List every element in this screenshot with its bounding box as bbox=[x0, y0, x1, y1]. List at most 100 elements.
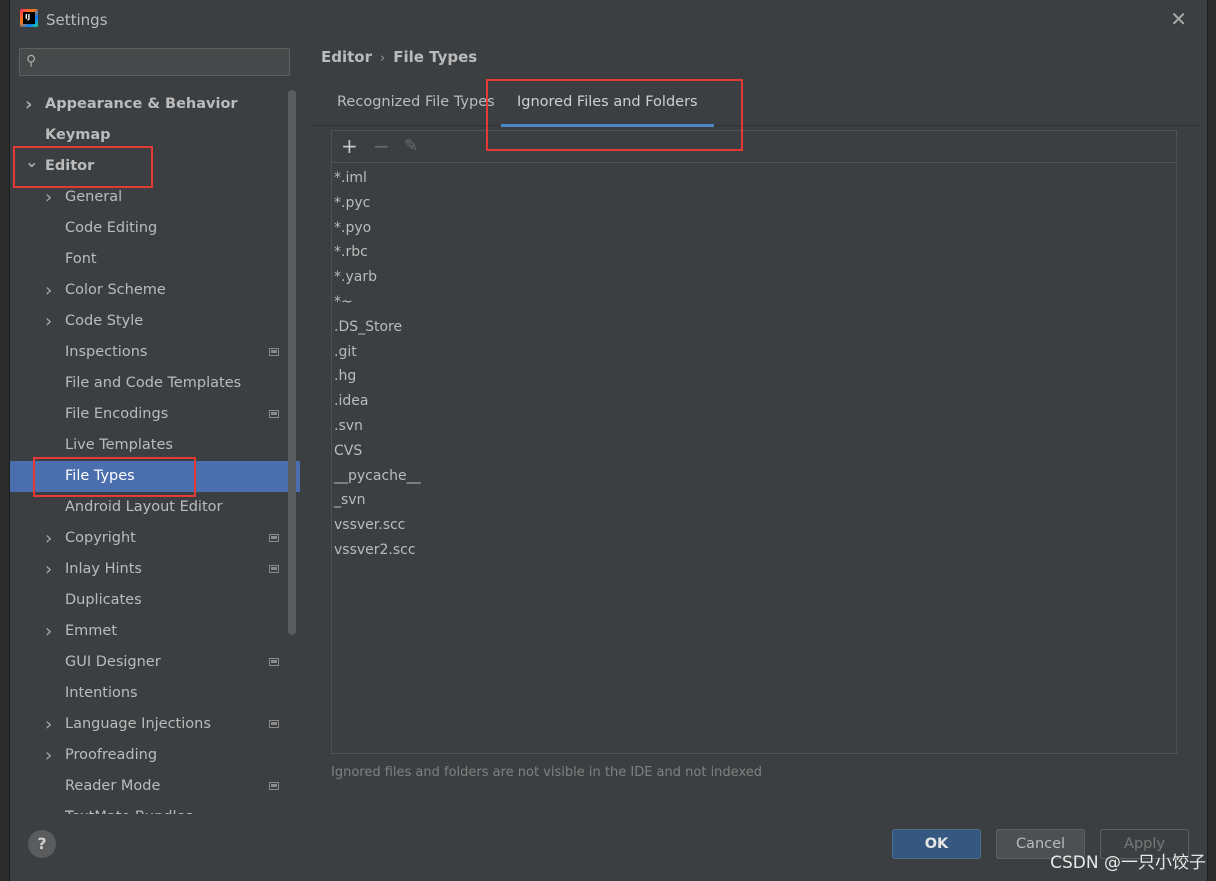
main-panel: Editor › File Types Recognized File Types … bbox=[310, 37, 1207, 814]
sidebar-item-label: Live Templates bbox=[65, 437, 173, 453]
edit-icon[interactable]: ✎ bbox=[404, 136, 418, 156]
breadcrumb-file-types: File Types bbox=[393, 48, 478, 66]
list-item[interactable]: *.pyc bbox=[334, 191, 421, 216]
breadcrumb-editor[interactable]: Editor bbox=[321, 48, 372, 66]
sidebar-item-label: Android Layout Editor bbox=[65, 499, 223, 515]
help-button[interactable]: ? bbox=[28, 830, 56, 858]
chevron-right-icon[interactable]: › bbox=[45, 616, 52, 647]
list-item[interactable]: _svn bbox=[334, 488, 421, 513]
chevron-right-icon[interactable]: › bbox=[45, 740, 52, 771]
sidebar-item-general[interactable]: › General bbox=[10, 182, 300, 213]
sidebar-item-code-editing[interactable]: Code Editing bbox=[10, 213, 300, 244]
list-item[interactable]: .hg bbox=[334, 364, 421, 389]
settings-dialog: IJ Settings ✕ ⚲ › Appearance & Behavior Ke… bbox=[10, 0, 1207, 881]
sidebar-item-live-templates[interactable]: Live Templates bbox=[10, 430, 300, 461]
list-item[interactable]: .svn bbox=[334, 414, 421, 439]
sidebar-item-font[interactable]: Font bbox=[10, 244, 300, 275]
list-item[interactable]: *.rbc bbox=[334, 240, 421, 265]
sidebar-scrollbar[interactable] bbox=[288, 90, 296, 635]
list-item[interactable]: .git bbox=[334, 340, 421, 365]
sidebar-item-label: Font bbox=[65, 251, 97, 267]
add-icon[interactable]: + bbox=[341, 134, 358, 158]
chevron-right-icon[interactable]: › bbox=[45, 523, 52, 554]
sidebar-item-file-types[interactable]: File Types bbox=[10, 461, 300, 492]
sidebar-item-label: Code Style bbox=[65, 313, 144, 329]
sidebar-item-android-layout-editor[interactable]: Android Layout Editor bbox=[10, 492, 300, 523]
chevron-right-icon[interactable]: › bbox=[45, 554, 52, 585]
sidebar-item-textmate-bundles[interactable]: TextMate Bundles bbox=[10, 802, 300, 814]
sidebar-item-color-scheme[interactable]: › Color Scheme bbox=[10, 275, 300, 306]
ignored-list: *.iml *.pyc *.pyo *.rbc *.yarb *~ .DS_Store .gi… bbox=[334, 166, 421, 563]
project-settings-icon bbox=[269, 782, 279, 790]
list-item[interactable]: CVS bbox=[334, 439, 421, 464]
sidebar-item-gui-designer[interactable]: GUI Designer bbox=[10, 647, 300, 678]
chevron-right-icon[interactable]: › bbox=[25, 89, 32, 120]
search-input[interactable] bbox=[46, 52, 288, 74]
sidebar-item-appearance-behavior[interactable]: › Appearance & Behavior bbox=[10, 89, 300, 120]
project-settings-icon bbox=[269, 348, 279, 356]
tab-ignored-files-and-folders[interactable]: Ignored Files and Folders bbox=[501, 94, 714, 127]
settings-tree: › Appearance & Behavior Keymap ⌄ Editor › Gene… bbox=[10, 89, 300, 814]
list-item[interactable]: __pycache__ bbox=[334, 464, 421, 489]
ignored-files-panel: + − ✎ *.iml *.pyc *.pyo *.rbc *.yarb *~ .DS_St… bbox=[331, 130, 1177, 754]
sidebar-item-reader-mode[interactable]: Reader Mode bbox=[10, 771, 300, 802]
ok-button[interactable]: OK bbox=[892, 829, 981, 859]
sidebar-item-file-and-code-templates[interactable]: File and Code Templates bbox=[10, 368, 300, 399]
breadcrumb: Editor › File Types bbox=[321, 48, 477, 66]
remove-icon[interactable]: − bbox=[373, 134, 390, 158]
hint-text: Ignored files and folders are not visibl… bbox=[331, 765, 762, 780]
chevron-right-icon[interactable]: › bbox=[45, 709, 52, 740]
list-item[interactable]: .idea bbox=[334, 389, 421, 414]
sidebar-item-keymap[interactable]: Keymap bbox=[10, 120, 300, 151]
project-settings-icon bbox=[269, 565, 279, 573]
sidebar-item-label: Code Editing bbox=[65, 220, 158, 236]
sidebar-item-code-style[interactable]: › Code Style bbox=[10, 306, 300, 337]
sidebar-item-label: Copyright bbox=[65, 530, 136, 546]
chevron-down-icon[interactable]: ⌄ bbox=[25, 146, 38, 177]
chevron-right-icon[interactable]: › bbox=[45, 182, 52, 213]
search-icon: ⚲ bbox=[26, 53, 37, 69]
sidebar-item-label: Duplicates bbox=[65, 592, 142, 608]
project-settings-icon bbox=[269, 534, 279, 542]
list-item[interactable]: *.iml bbox=[334, 166, 421, 191]
sidebar-item-label: Inspections bbox=[65, 344, 148, 360]
list-toolbar: + − ✎ bbox=[332, 131, 1176, 163]
sidebar-item-label: Appearance & Behavior bbox=[45, 96, 238, 112]
sidebar-item-label: Editor bbox=[45, 158, 95, 174]
sidebar-item-file-encodings[interactable]: File Encodings bbox=[10, 399, 300, 430]
sidebar-item-copyright[interactable]: › Copyright bbox=[10, 523, 300, 554]
sidebar-item-label: File Types bbox=[65, 468, 135, 484]
sidebar-item-label: GUI Designer bbox=[65, 654, 161, 670]
sidebar-item-editor[interactable]: ⌄ Editor bbox=[10, 151, 300, 182]
breadcrumb-separator: › bbox=[380, 51, 386, 66]
list-item[interactable]: *~ bbox=[334, 290, 421, 315]
sidebar-item-inlay-hints[interactable]: › Inlay Hints bbox=[10, 554, 300, 585]
sidebar-item-label: General bbox=[65, 189, 123, 205]
project-settings-icon bbox=[269, 658, 279, 666]
close-button[interactable]: ✕ bbox=[1170, 7, 1187, 31]
search-box[interactable]: ⚲ bbox=[19, 48, 290, 76]
list-item[interactable]: vssver.scc bbox=[334, 513, 421, 538]
list-item[interactable]: vssver2.scc bbox=[334, 538, 421, 563]
sidebar-item-duplicates[interactable]: Duplicates bbox=[10, 585, 300, 616]
sidebar-item-label: File Encodings bbox=[65, 406, 169, 422]
watermark: CSDN @一只小饺子 bbox=[1050, 853, 1206, 873]
title-bar: IJ Settings ✕ bbox=[10, 0, 1207, 37]
tab-recognized-file-types[interactable]: Recognized File Types bbox=[337, 94, 495, 124]
sidebar-item-label: TextMate Bundles bbox=[65, 802, 193, 814]
sidebar-item-language-injections[interactable]: › Language Injections bbox=[10, 709, 300, 740]
list-item[interactable]: *.pyo bbox=[334, 216, 421, 241]
sidebar-item-proofreading[interactable]: › Proofreading bbox=[10, 740, 300, 771]
sidebar-item-label: File and Code Templates bbox=[65, 375, 242, 391]
sidebar-item-emmet[interactable]: › Emmet bbox=[10, 616, 300, 647]
list-item[interactable]: .DS_Store bbox=[334, 315, 421, 340]
window-title: Settings bbox=[46, 11, 108, 29]
sidebar-item-intentions[interactable]: Intentions bbox=[10, 678, 300, 709]
chevron-right-icon[interactable]: › bbox=[45, 306, 52, 337]
sidebar-item-inspections[interactable]: Inspections bbox=[10, 337, 300, 368]
tab-bar: Recognized File Types Ignored Files and … bbox=[310, 85, 1200, 127]
chevron-right-icon[interactable]: › bbox=[45, 275, 52, 306]
sidebar-item-label: Keymap bbox=[45, 127, 111, 143]
list-item[interactable]: *.yarb bbox=[334, 265, 421, 290]
sidebar-item-label: Intentions bbox=[65, 685, 138, 701]
